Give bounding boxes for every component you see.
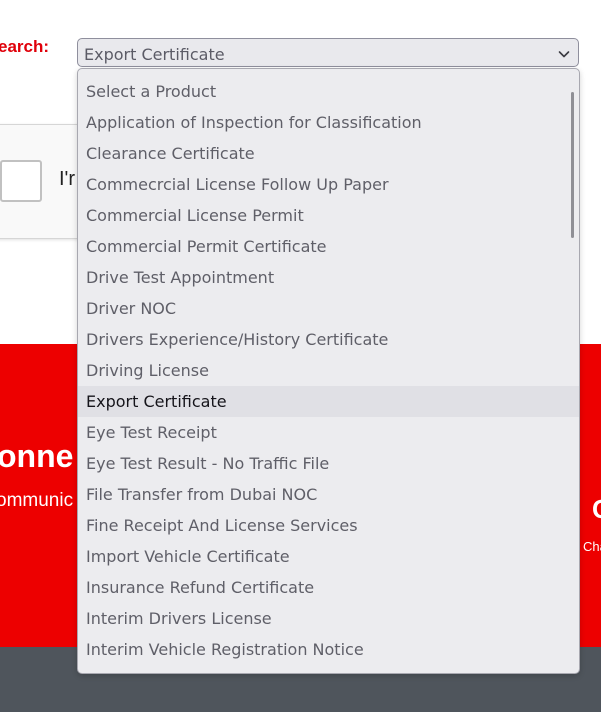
select-current-value: Export Certificate <box>84 45 225 64</box>
footer-right-title: C <box>592 494 601 525</box>
footer-connect-subtitle: ommunic <box>0 490 74 511</box>
dropdown-option[interactable]: Insurance Refund Certificate <box>78 572 579 603</box>
dropdown-option[interactable]: Drivers Experience/History Certificate <box>78 324 579 355</box>
dropdown-option[interactable]: Fine Receipt And License Services <box>78 510 579 541</box>
dropdown-option[interactable]: Export Certificate <box>78 386 579 417</box>
footer-connect-title: onne <box>0 438 74 474</box>
captcha-checkbox[interactable] <box>0 160 42 202</box>
dropdown-option[interactable]: Eye Test Result - No Traffic File <box>78 448 579 479</box>
product-select[interactable]: Export Certificate <box>77 38 579 67</box>
page: earch: I'r onne ommunic C Cha Export Cer… <box>0 0 601 712</box>
dropdown-option[interactable]: Interim Vehicle Registration Notice <box>78 634 579 665</box>
dropdown-option[interactable]: File Transfer from Dubai NOC <box>78 479 579 510</box>
dropdown-option[interactable]: Driver NOC <box>78 293 579 324</box>
dropdown-option[interactable]: Driving License <box>78 355 579 386</box>
dropdown-option[interactable]: Clearance Certificate <box>78 138 579 169</box>
dropdown-option[interactable]: Eye Test Receipt <box>78 417 579 448</box>
dropdown-option[interactable]: Commecrcial License Follow Up Paper <box>78 169 579 200</box>
chevron-down-icon <box>557 46 571 60</box>
option-list: Select a Product Application of Inspectio… <box>78 76 579 665</box>
captcha-label: I'r <box>59 168 76 190</box>
dropdown-option[interactable]: Application of Inspection for Classifica… <box>78 107 579 138</box>
dropdown-option[interactable]: Select a Product <box>78 76 579 107</box>
dropdown-option[interactable]: Commercial License Permit <box>78 200 579 231</box>
dropdown-scrollbar[interactable] <box>571 92 574 238</box>
search-label: earch: <box>0 37 50 56</box>
product-dropdown-list: Select a Product Application of Inspectio… <box>77 68 580 674</box>
dropdown-option[interactable]: Drive Test Appointment <box>78 262 579 293</box>
footer-right-subtitle: Cha <box>583 539 601 554</box>
dropdown-option[interactable]: Import Vehicle Certificate <box>78 541 579 572</box>
dropdown-option[interactable]: Interim Drivers License <box>78 603 579 634</box>
dropdown-option[interactable]: Commercial Permit Certificate <box>78 231 579 262</box>
